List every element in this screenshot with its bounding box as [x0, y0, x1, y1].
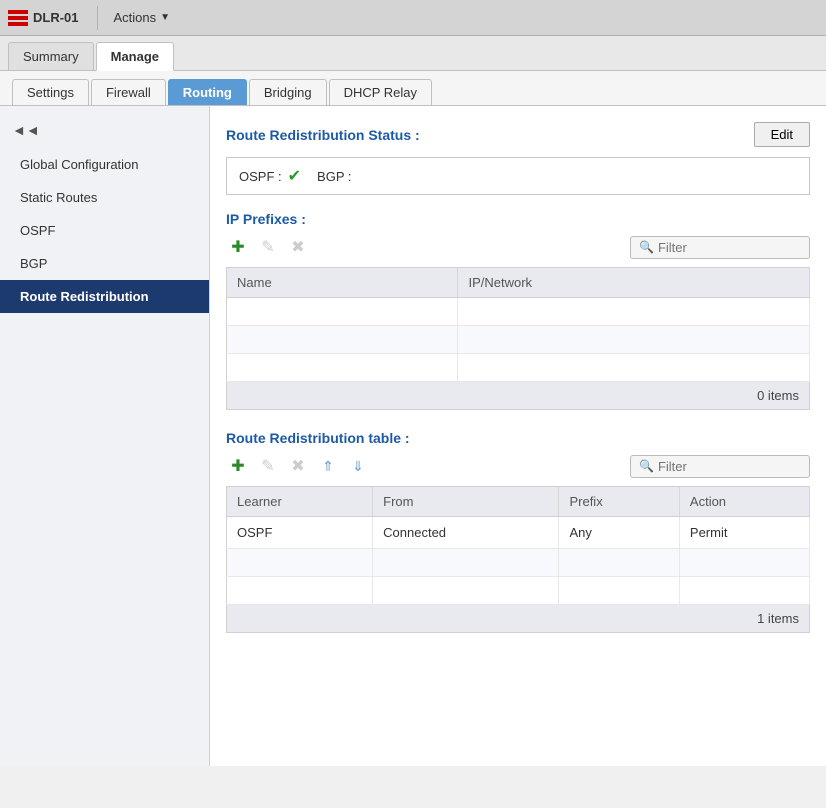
sub-tab-settings[interactable]: Settings [12, 79, 89, 105]
search-icon: 🔍 [639, 240, 654, 254]
sidebar: ◄◄ Global Configuration Static Routes OS… [0, 106, 210, 766]
ospf-check-icon: ✔ [288, 166, 301, 186]
tab-bar: Summary Manage [0, 36, 826, 71]
status-row: OSPF : ✔ BGP : [226, 157, 810, 195]
tab-summary[interactable]: Summary [8, 42, 94, 70]
chevron-down-icon: ▼ [160, 12, 170, 23]
tab-manage[interactable]: Manage [96, 42, 174, 71]
redistribution-move-up-button[interactable]: ⇑ [316, 454, 340, 478]
redistribution-cell-learner: OSPF [227, 517, 373, 549]
top-bar-separator [97, 6, 98, 30]
redistribution-status-title: Route Redistribution Status : [226, 127, 420, 143]
redistribution-col-learner: Learner [227, 487, 373, 517]
device-icon [8, 10, 28, 26]
redistribution-col-prefix: Prefix [559, 487, 679, 517]
ip-prefixes-delete-button[interactable]: ✖ [286, 235, 310, 259]
redistribution-delete-button[interactable]: ✖ [286, 454, 310, 478]
actions-button[interactable]: Actions ▼ [106, 6, 179, 29]
bgp-label: BGP : [317, 169, 351, 184]
ip-prefixes-add-button[interactable]: ✚ [226, 235, 250, 259]
table-row [227, 326, 810, 354]
bgp-status-item: BGP : [317, 169, 351, 184]
redistribution-table-title: Route Redistribution table : [226, 430, 810, 446]
sidebar-item-global-configuration[interactable]: Global Configuration [0, 148, 209, 181]
ip-prefixes-toolbar: ✚ ✎ ✖ 🔍 ▼ [226, 235, 810, 259]
sub-tab-firewall[interactable]: Firewall [91, 79, 166, 105]
sub-tab-bridging[interactable]: Bridging [249, 79, 327, 105]
sub-tab-routing[interactable]: Routing [168, 79, 247, 105]
actions-label: Actions [114, 10, 157, 25]
redistribution-cell-prefix: Any [559, 517, 679, 549]
device-logo: DLR-01 [8, 10, 79, 26]
main-content: ◄◄ Global Configuration Static Routes OS… [0, 106, 826, 766]
ip-prefixes-col-name: Name [227, 268, 458, 298]
redistribution-filter-input[interactable] [658, 459, 826, 474]
redistribution-section: Route Redistribution table : ✚ ✎ ✖ ⇑ ⇓ 🔍… [226, 430, 810, 633]
redistribution-col-from: From [373, 487, 559, 517]
redistribution-col-action: Action [679, 487, 809, 517]
ip-prefixes-filter-box: 🔍 ▼ [630, 236, 810, 259]
redistribution-status-header: Route Redistribution Status : Edit [226, 122, 810, 147]
sidebar-item-ospf[interactable]: OSPF [0, 214, 209, 247]
redistribution-edit-button[interactable]: ✎ [256, 454, 280, 478]
device-name: DLR-01 [33, 10, 79, 25]
ip-prefixes-footer: 0 items [226, 382, 810, 410]
ip-prefixes-filter-input[interactable] [658, 240, 826, 255]
redistribution-toolbar: ✚ ✎ ✖ ⇑ ⇓ 🔍 ▼ [226, 454, 810, 478]
table-row [227, 354, 810, 382]
table-row [227, 577, 810, 605]
redistribution-filter-box: 🔍 ▼ [630, 455, 810, 478]
redistribution-add-button[interactable]: ✚ [226, 454, 250, 478]
sidebar-item-route-redistribution[interactable]: Route Redistribution [0, 280, 209, 313]
edit-button[interactable]: Edit [754, 122, 810, 147]
top-bar: DLR-01 Actions ▼ [0, 0, 826, 36]
ip-prefixes-edit-button[interactable]: ✎ [256, 235, 280, 259]
sub-tab-dhcp-relay[interactable]: DHCP Relay [329, 79, 432, 105]
table-row[interactable]: OSPF Connected Any Permit [227, 517, 810, 549]
ospf-label: OSPF : [239, 169, 282, 184]
sidebar-collapse-button[interactable]: ◄◄ [0, 116, 52, 144]
redistribution-table: Learner From Prefix Action OSPF Connecte… [226, 486, 810, 605]
ip-prefixes-title: IP Prefixes : [226, 211, 810, 227]
table-row [227, 298, 810, 326]
sidebar-item-static-routes[interactable]: Static Routes [0, 181, 209, 214]
ip-prefixes-table: Name IP/Network [226, 267, 810, 382]
ospf-status-item: OSPF : ✔ [239, 166, 301, 186]
ip-prefixes-section: IP Prefixes : ✚ ✎ ✖ 🔍 ▼ Name IP/Network [226, 211, 810, 410]
ip-prefixes-col-network: IP/Network [458, 268, 810, 298]
redistribution-cell-action: Permit [679, 517, 809, 549]
redistribution-move-down-button[interactable]: ⇓ [346, 454, 370, 478]
sub-tab-bar: Settings Firewall Routing Bridging DHCP … [0, 71, 826, 106]
right-panel: Route Redistribution Status : Edit OSPF … [210, 106, 826, 766]
search-icon: 🔍 [639, 459, 654, 473]
table-row [227, 549, 810, 577]
redistribution-footer: 1 items [226, 605, 810, 633]
sidebar-item-bgp[interactable]: BGP [0, 247, 209, 280]
redistribution-cell-from: Connected [373, 517, 559, 549]
